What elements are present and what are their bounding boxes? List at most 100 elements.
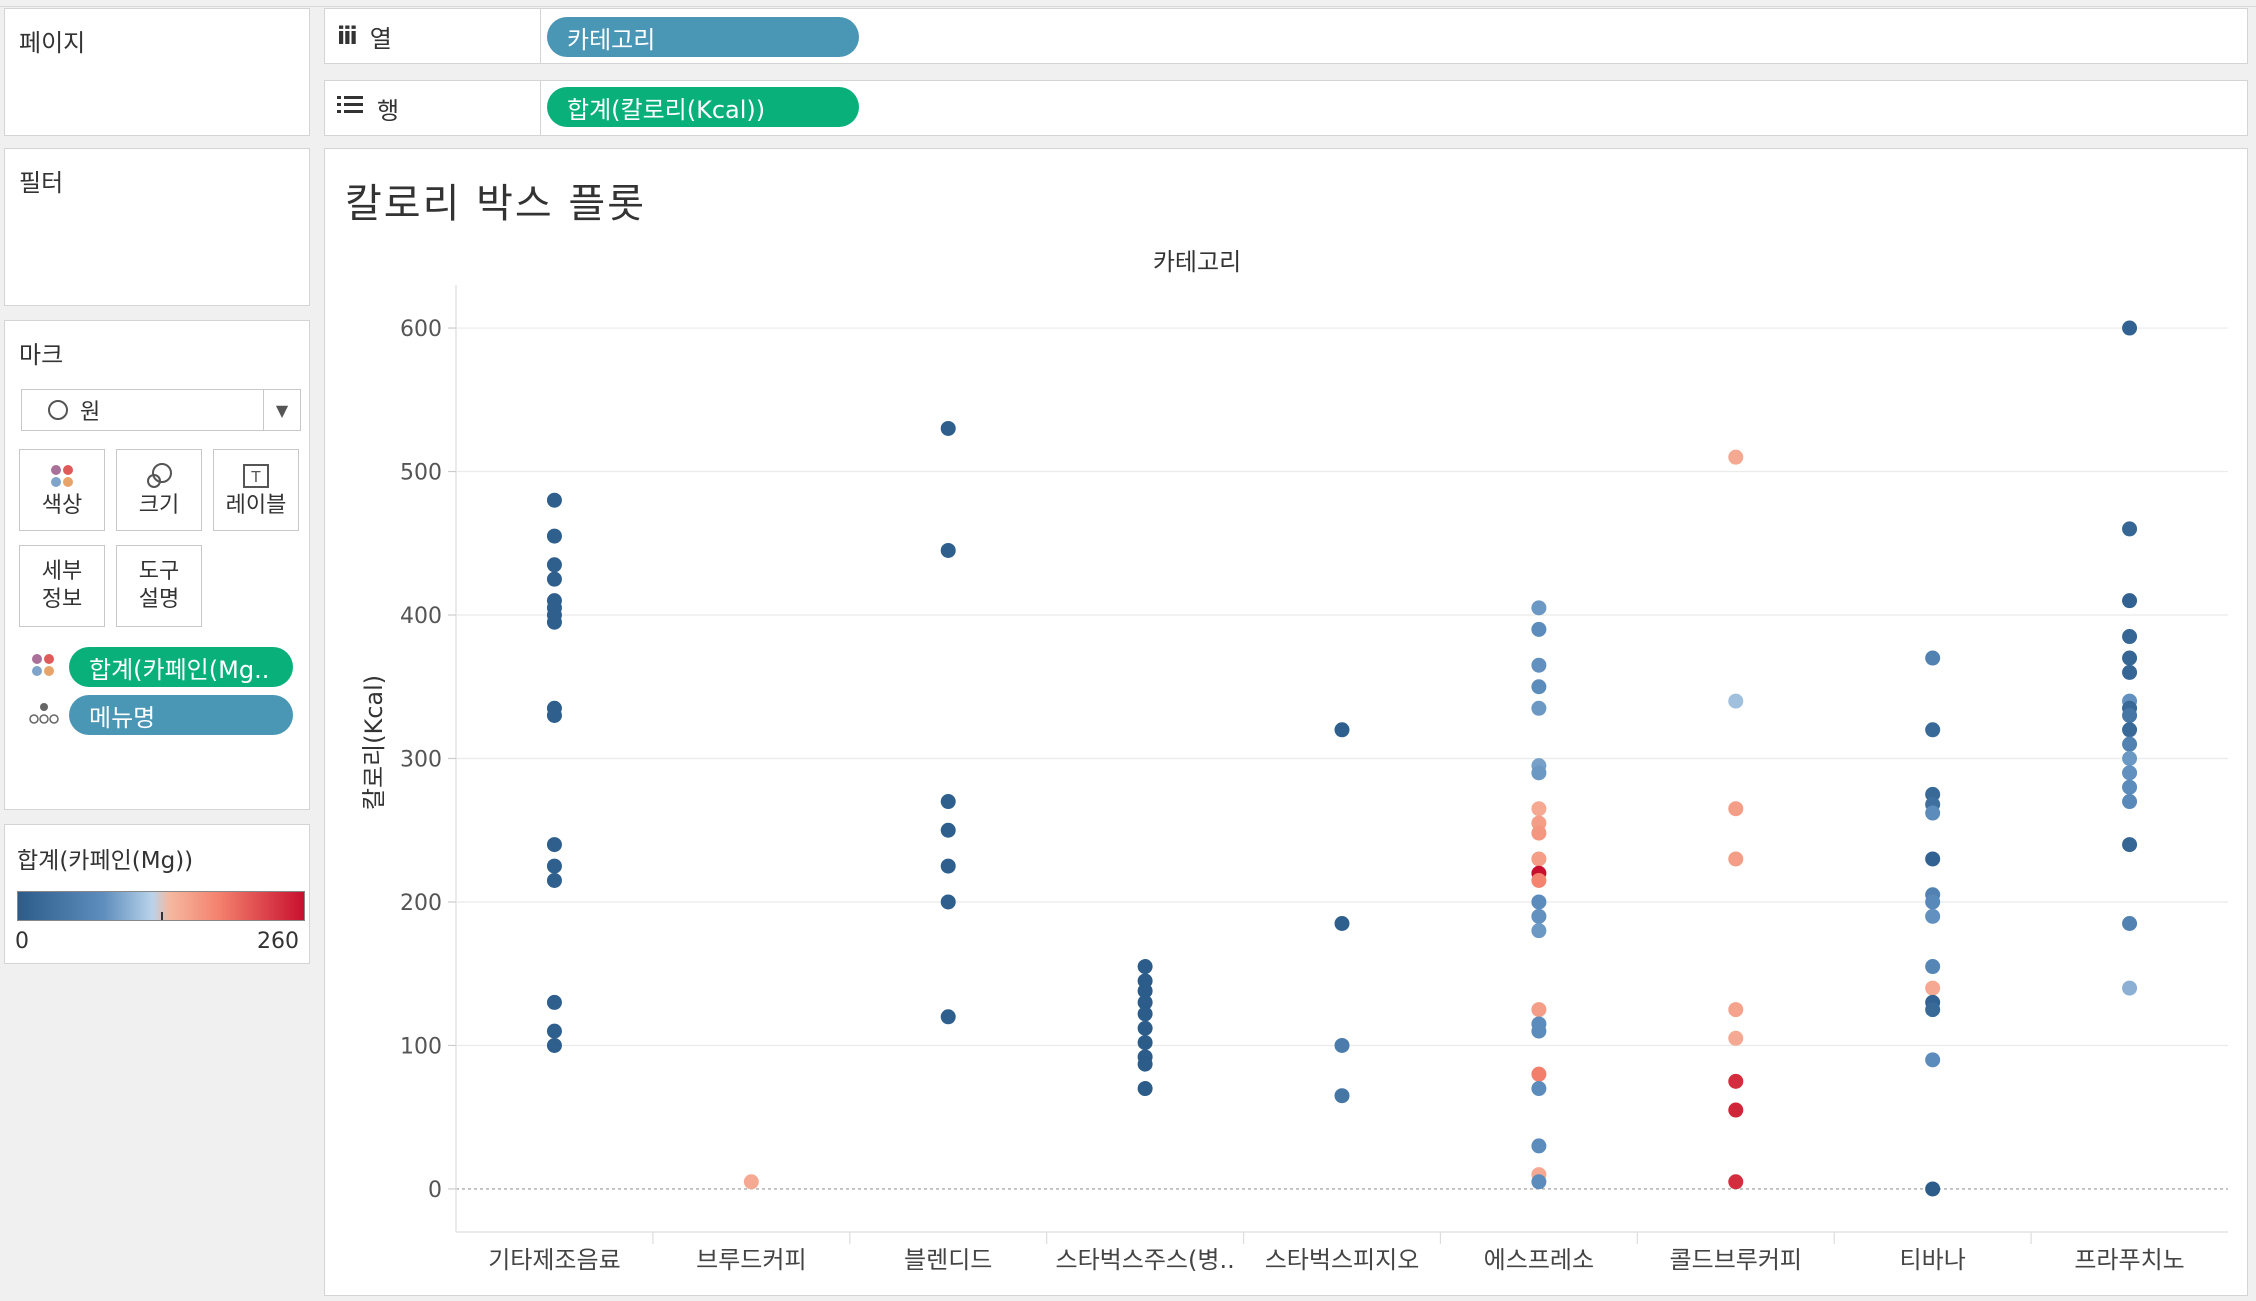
data-point[interactable] — [1334, 1037, 1350, 1053]
x-axis-title: 카테고리 — [1153, 248, 1241, 276]
data-point[interactable] — [2122, 779, 2138, 795]
data-point[interactable] — [1531, 1023, 1547, 1039]
data-point[interactable] — [940, 822, 956, 838]
data-point[interactable] — [2122, 794, 2138, 810]
data-point[interactable] — [1728, 851, 1744, 867]
data-point[interactable] — [1531, 894, 1547, 910]
data-point[interactable] — [1728, 693, 1744, 709]
data-point[interactable] — [546, 994, 562, 1010]
data-point[interactable] — [1334, 1088, 1350, 1104]
data-point[interactable] — [1137, 1056, 1153, 1072]
x-tick-label: 기타제조음료 — [488, 1246, 620, 1274]
data-point[interactable] — [1531, 765, 1547, 781]
data-point[interactable] — [1531, 1002, 1547, 1018]
y-tick-label: 100 — [400, 1034, 442, 1059]
data-point[interactable] — [1531, 1174, 1547, 1190]
data-point[interactable] — [1531, 1081, 1547, 1097]
data-point[interactable] — [546, 707, 562, 723]
data-point[interactable] — [940, 420, 956, 436]
data-point[interactable] — [546, 557, 562, 573]
data-point[interactable] — [2122, 664, 2138, 680]
x-tick-label: 에스프레소 — [1484, 1246, 1594, 1274]
data-point[interactable] — [1137, 959, 1153, 975]
data-point[interactable] — [1137, 1081, 1153, 1097]
data-point[interactable] — [1925, 650, 1941, 666]
x-tick-label: 브루드커피 — [696, 1246, 806, 1274]
gridlines — [456, 327, 2228, 1190]
data-point[interactable] — [2122, 736, 2138, 752]
data-point[interactable] — [1137, 1035, 1153, 1051]
data-point[interactable] — [1728, 1002, 1744, 1018]
data-point[interactable] — [2122, 751, 2138, 766]
data-point[interactable] — [1728, 449, 1744, 465]
data-point[interactable] — [2122, 837, 2138, 853]
axes: 0 100 200 300 400 500 600 기타제조음료 브루드커피 블렌디드 스타벅스주스… — [360, 248, 2228, 1274]
data-point[interactable] — [546, 614, 562, 630]
data-point[interactable] — [2122, 593, 2138, 609]
data-point[interactable] — [1925, 980, 1941, 996]
data-point[interactable] — [1925, 851, 1941, 867]
x-tick-label: 프라푸치노 — [2074, 1246, 2184, 1274]
data-point[interactable] — [1531, 851, 1547, 867]
y-tick-label: 200 — [400, 891, 442, 916]
data-point[interactable] — [2122, 650, 2138, 666]
data-point[interactable] — [1531, 700, 1547, 716]
data-point[interactable] — [1334, 916, 1350, 932]
data-point[interactable] — [1137, 1020, 1153, 1036]
x-tick-label: 스타벅스피지오 — [1265, 1246, 1420, 1274]
data-point[interactable] — [1728, 1030, 1744, 1046]
data-point[interactable] — [2122, 629, 2138, 645]
data-point[interactable] — [2122, 980, 2138, 996]
data-point[interactable] — [1531, 600, 1547, 616]
y-tick-label: 300 — [400, 748, 442, 773]
data-point[interactable] — [1531, 908, 1547, 924]
data-point[interactable] — [1531, 872, 1547, 888]
data-point[interactable] — [1531, 657, 1547, 673]
data-point[interactable] — [1531, 621, 1547, 637]
data-point[interactable] — [1531, 825, 1547, 841]
data-point[interactable] — [1925, 722, 1941, 738]
data-point[interactable] — [1334, 722, 1350, 738]
data-point[interactable] — [1925, 894, 1941, 910]
y-tick-label: 500 — [400, 461, 442, 486]
data-point[interactable] — [2122, 722, 2138, 738]
data-point[interactable] — [2122, 320, 2138, 336]
data-point[interactable] — [2122, 707, 2138, 723]
data-point[interactable] — [1925, 805, 1941, 821]
data-point[interactable] — [940, 1009, 956, 1025]
data-point[interactable] — [1531, 923, 1547, 939]
data-point[interactable] — [2122, 765, 2138, 781]
data-point[interactable] — [1531, 679, 1547, 695]
data-point[interactable] — [546, 858, 562, 874]
data-point[interactable] — [1728, 1073, 1744, 1089]
x-tick-label: 콜드브루커피 — [1670, 1246, 1802, 1274]
data-point[interactable] — [1531, 1138, 1547, 1154]
data-point[interactable] — [940, 542, 956, 558]
data-point[interactable] — [1531, 1066, 1547, 1082]
data-point[interactable] — [546, 528, 562, 544]
data-point[interactable] — [546, 872, 562, 888]
data-point[interactable] — [546, 837, 562, 853]
data-point[interactable] — [1925, 959, 1941, 975]
data-point[interactable] — [743, 1174, 759, 1190]
data-point[interactable] — [940, 794, 956, 810]
data-point[interactable] — [2122, 521, 2138, 537]
data-point[interactable] — [1728, 801, 1744, 817]
data-point[interactable] — [940, 858, 956, 874]
data-point[interactable] — [1531, 801, 1547, 817]
data-point[interactable] — [940, 894, 956, 910]
scatter-chart[interactable]: 0 100 200 300 400 500 600 기타제조음료 브루드커피 블렌디드 스타벅스주스… — [0, 0, 2256, 1301]
y-tick-label: 0 — [428, 1178, 442, 1203]
data-point[interactable] — [2122, 916, 2138, 932]
data-point[interactable] — [1728, 1174, 1744, 1190]
data-point[interactable] — [1925, 908, 1941, 924]
data-point[interactable] — [546, 571, 562, 587]
data-point[interactable] — [1925, 1181, 1941, 1197]
data-point[interactable] — [1728, 1102, 1744, 1118]
data-point[interactable] — [1137, 1006, 1153, 1022]
data-point[interactable] — [546, 1037, 562, 1053]
data-point[interactable] — [546, 492, 562, 508]
data-point[interactable] — [1925, 1052, 1941, 1068]
data-point[interactable] — [546, 1023, 562, 1039]
data-point[interactable] — [1925, 1002, 1941, 1018]
